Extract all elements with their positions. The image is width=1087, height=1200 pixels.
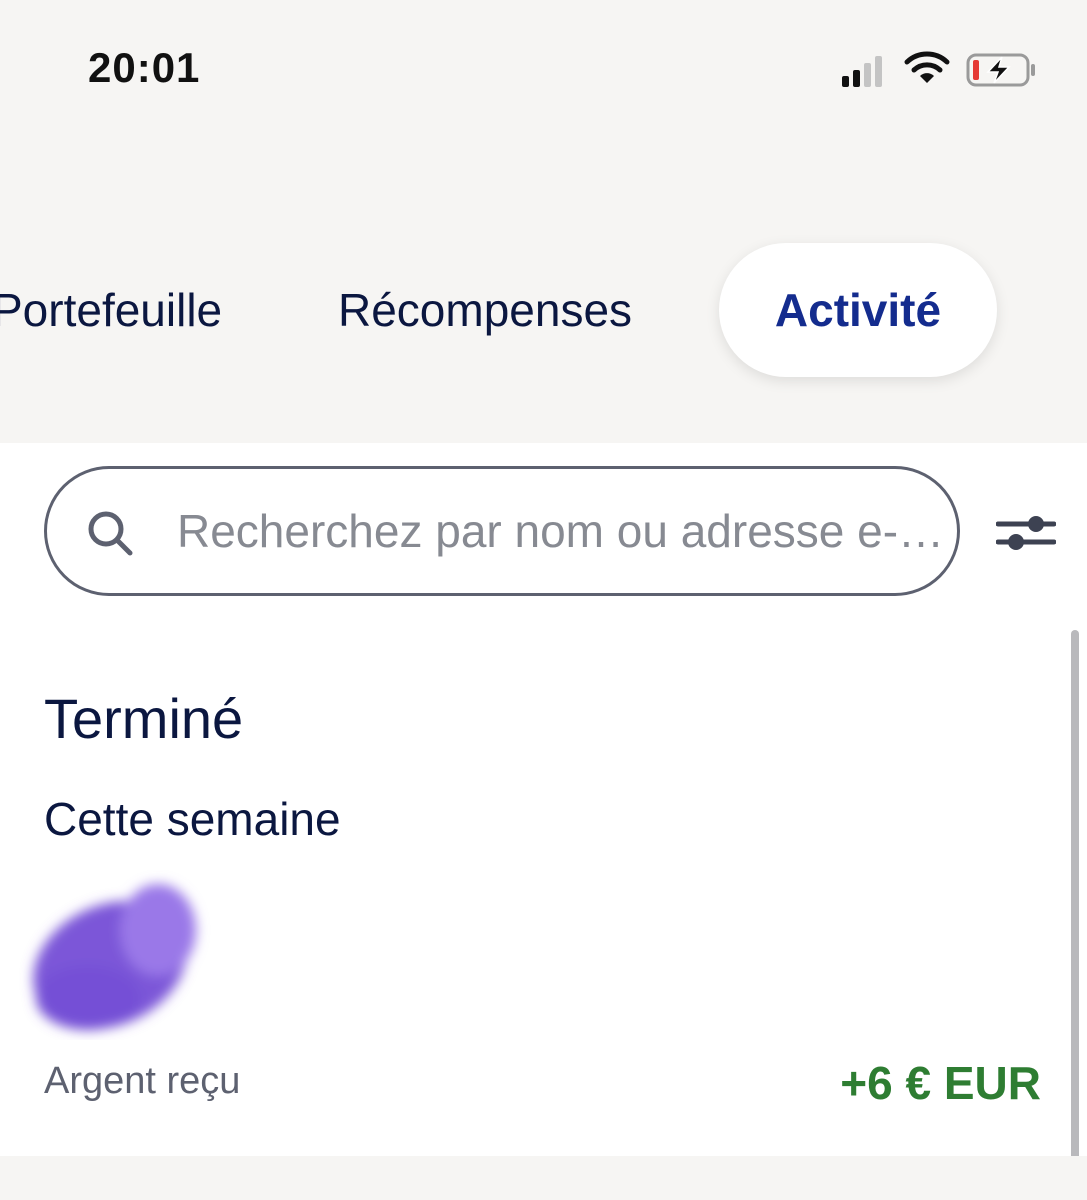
search-icon [85, 508, 135, 563]
header-area: 20:01 Portefeuille Récompenses Activité [0, 0, 1087, 443]
section-title-termine: Terminé [44, 687, 244, 750]
filter-sliders-icon[interactable] [995, 508, 1057, 563]
tab-bar: Portefeuille Récompenses Activité [0, 243, 1087, 377]
transaction-label: Argent reçu [44, 1060, 241, 1102]
blurred-avatar [18, 870, 218, 1040]
bottom-divider [0, 1156, 1087, 1200]
transaction-amount: +6 € EUR [840, 1057, 1041, 1109]
search-box[interactable] [44, 466, 960, 596]
group-title-this-week: Cette semaine [44, 793, 341, 845]
battery-charging-icon [966, 52, 1038, 93]
wifi-icon [904, 50, 950, 91]
tab-portefeuille[interactable]: Portefeuille [0, 243, 222, 377]
transaction-row[interactable]: Argent reçu +6 € EUR [0, 870, 1087, 1120]
status-time: 20:01 [88, 44, 201, 91]
search-input[interactable] [177, 469, 947, 593]
tab-recompenses[interactable]: Récompenses [338, 243, 632, 377]
tab-activite[interactable]: Activité [719, 243, 997, 377]
status-icons [840, 50, 1040, 90]
signal-icon [840, 54, 888, 93]
